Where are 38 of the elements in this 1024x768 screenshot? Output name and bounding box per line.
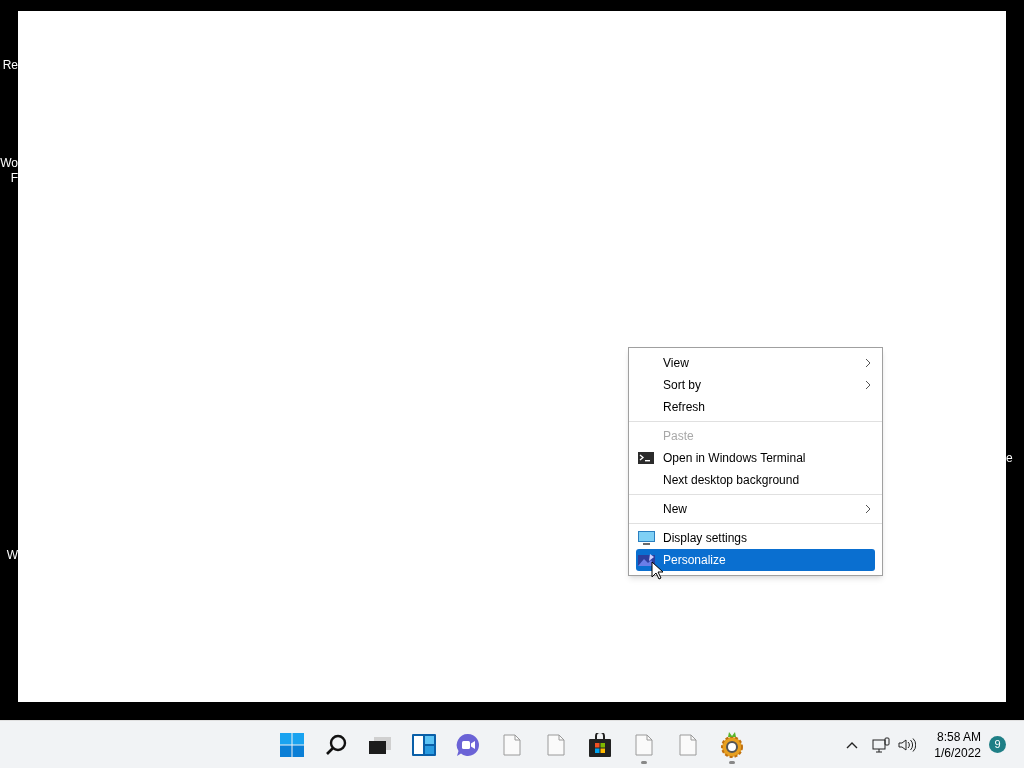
windows-logo-icon bbox=[280, 732, 304, 757]
chevron-right-icon bbox=[865, 358, 871, 368]
menu-item[interactable]: Sort by bbox=[636, 374, 875, 396]
speaker-icon bbox=[898, 737, 917, 752]
document-icon bbox=[547, 733, 565, 756]
desktop-icon-label: Re bbox=[2, 57, 18, 73]
monitor-icon bbox=[638, 531, 655, 545]
desktop-icon-label: Wo bbox=[0, 155, 18, 171]
chevron-right-icon bbox=[865, 380, 871, 390]
document-icon bbox=[635, 733, 653, 756]
running-indicator bbox=[729, 760, 735, 764]
clock-time[interactable]: 8:58 AM bbox=[936, 728, 981, 745]
menu-item[interactable]: View bbox=[636, 352, 875, 374]
menu-item[interactable]: New bbox=[636, 498, 875, 520]
video-chat-icon bbox=[456, 732, 480, 757]
menu-item[interactable]: Personalize bbox=[636, 549, 875, 571]
terminal-icon bbox=[638, 452, 654, 464]
menu-item[interactable]: Display settings bbox=[636, 527, 875, 549]
notification-badge[interactable]: 9 bbox=[989, 736, 1006, 753]
task-view-icon bbox=[368, 734, 392, 755]
menu-item[interactable]: Refresh bbox=[636, 396, 875, 418]
clock-date[interactable]: 1/6/2022 bbox=[934, 744, 981, 761]
document-icon bbox=[679, 733, 697, 756]
document-icon bbox=[503, 733, 521, 756]
shopping-bag-icon bbox=[589, 732, 611, 757]
menu-item[interactable]: Next desktop background bbox=[636, 469, 875, 491]
chevron-up-icon bbox=[846, 740, 859, 749]
chevron-right-icon bbox=[865, 504, 871, 514]
gear-icon bbox=[720, 731, 744, 758]
desktop-icon-label: F bbox=[10, 170, 18, 186]
widgets-icon bbox=[412, 733, 436, 756]
search-icon bbox=[325, 733, 347, 756]
personalize-icon bbox=[638, 553, 655, 567]
network-icon bbox=[872, 736, 891, 753]
desktop-icon-label: W bbox=[6, 547, 18, 563]
desktop-icon-label: e bbox=[1006, 450, 1013, 466]
running-indicator bbox=[641, 760, 647, 764]
menu-item[interactable]: Open in Windows Terminal bbox=[636, 447, 875, 469]
